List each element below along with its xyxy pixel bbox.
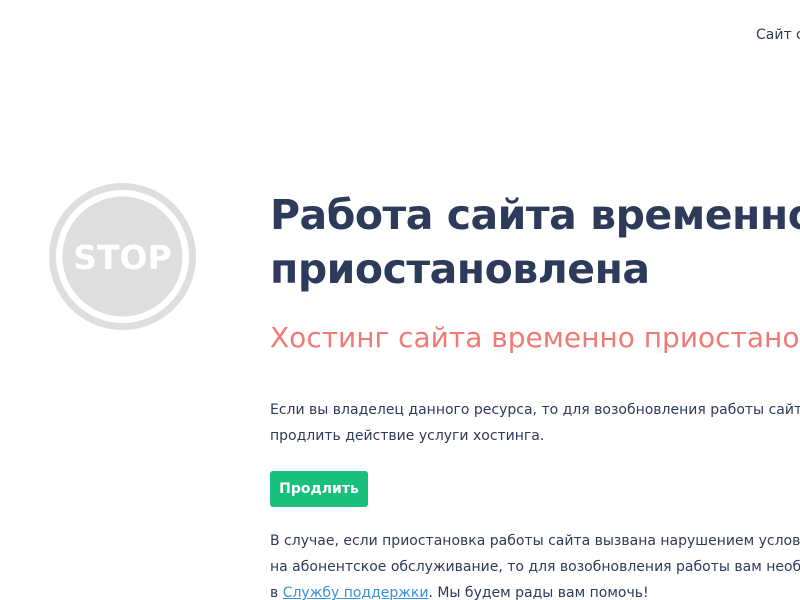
renew-button[interactable]: Продлить xyxy=(270,471,368,507)
line-3-suffix: . Мы будем рады вам помочь! xyxy=(428,585,649,600)
page-title-line-1: Работа сайта временно xyxy=(270,191,800,239)
stop-sign-text: STOP xyxy=(73,238,172,277)
page-title-line-2: приостановлена xyxy=(270,245,650,293)
violation-instructions-line-1: В случае, если приостановка работы сайта… xyxy=(270,533,800,549)
site-link[interactable]: Сайт о xyxy=(756,27,800,43)
line-3-prefix: в xyxy=(270,585,283,600)
page-title: Работа сайта временно приостановлена xyxy=(270,188,800,296)
violation-instructions: В случае, если приостановка работы сайта… xyxy=(270,528,800,600)
stop-sign-icon: STOP xyxy=(49,183,196,330)
support-link[interactable]: Службу поддержки xyxy=(283,585,429,600)
suspended-page: Сайт о STOP Работа сайта временно приост… xyxy=(0,0,800,600)
violation-instructions-line-2: на абонентское обслуживание, то для возо… xyxy=(270,559,800,575)
owner-instructions-line-1: Если вы владелец данного ресурса, то для… xyxy=(270,402,800,418)
violation-instructions-line-3: в Службу поддержки. Мы будем рады вам по… xyxy=(270,580,800,600)
owner-instructions: Если вы владелец данного ресурса, то для… xyxy=(270,397,800,449)
owner-instructions-line-2: продлить действие услуги хостинга. xyxy=(270,428,545,444)
page-subtitle: Хостинг сайта временно приостановлен xyxy=(270,321,800,354)
